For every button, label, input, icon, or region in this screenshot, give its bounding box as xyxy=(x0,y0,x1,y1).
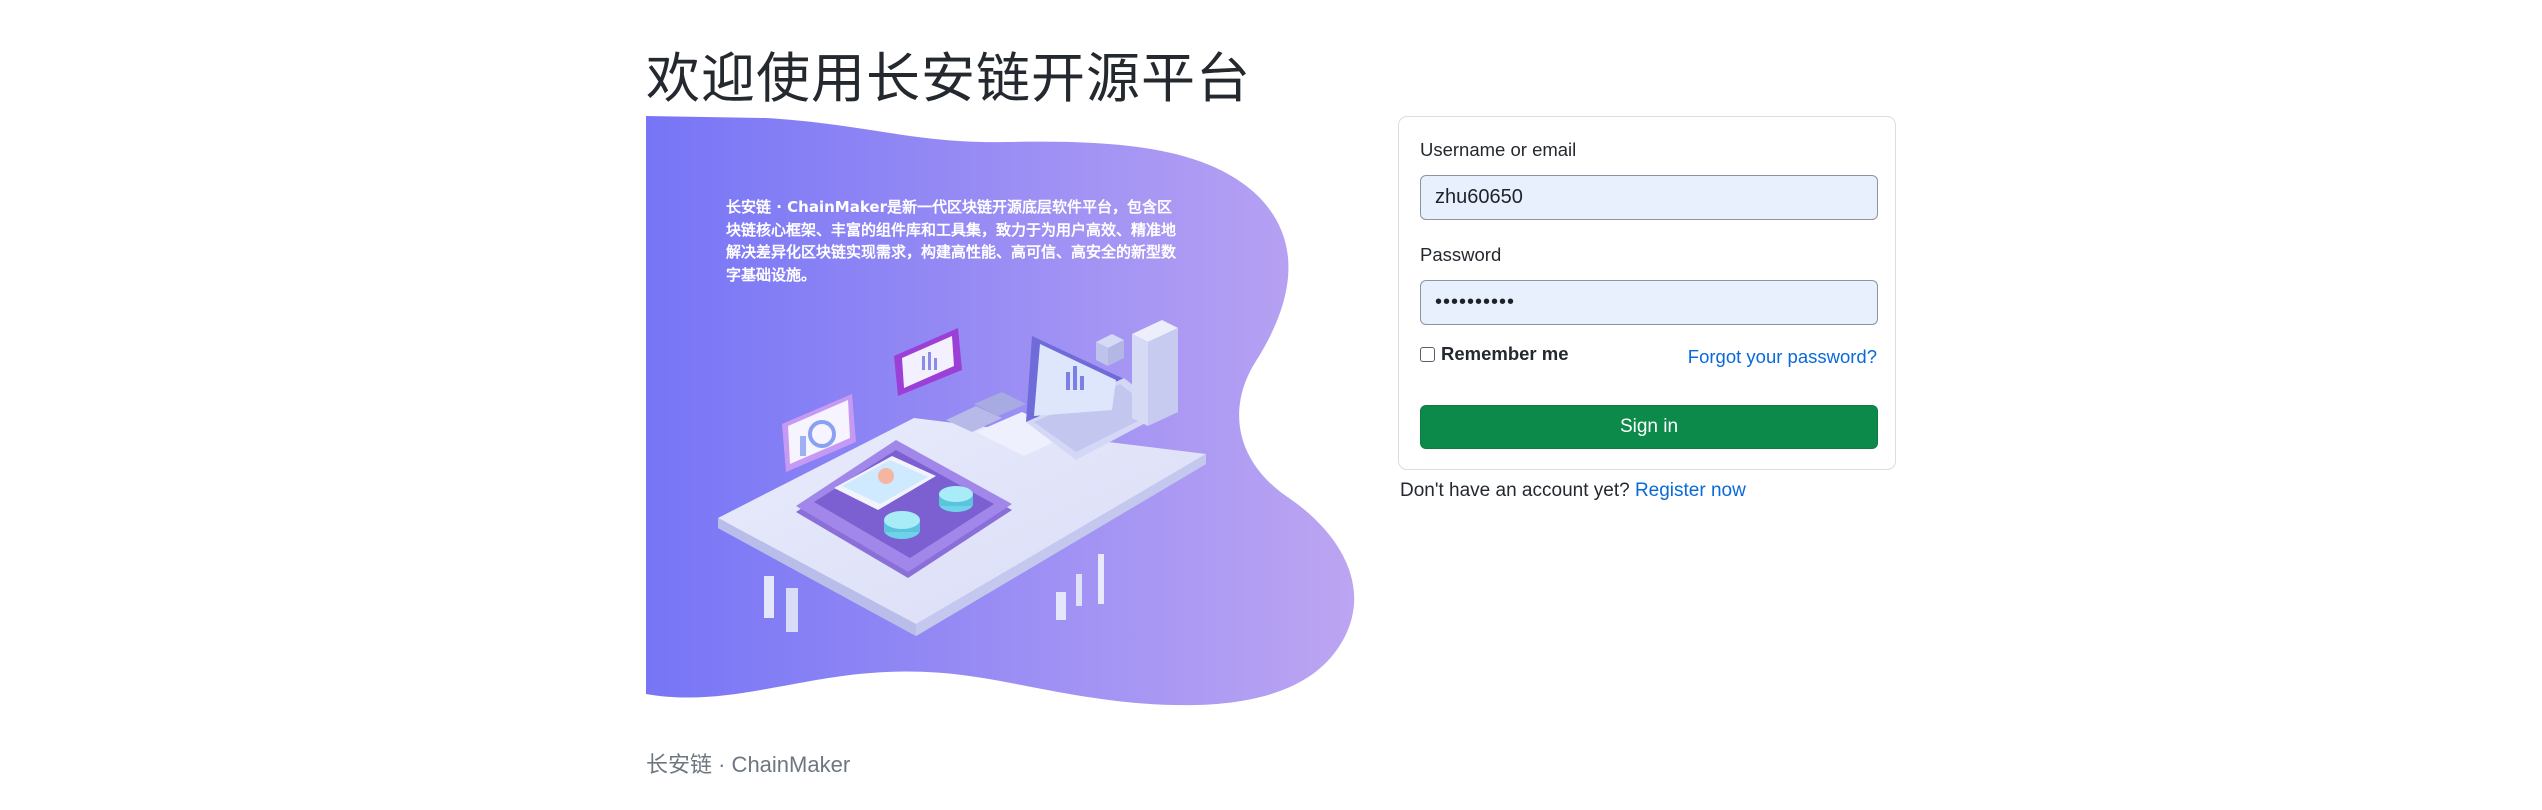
sign-in-button[interactable]: Sign in xyxy=(1420,405,1878,449)
username-input[interactable] xyxy=(1420,175,1878,220)
login-form: Username or email Password Remember me F… xyxy=(1398,116,1896,470)
remember-me-label[interactable]: Remember me xyxy=(1441,343,1569,365)
password-label: Password xyxy=(1420,244,1502,265)
forgot-password-link[interactable]: Forgot your password? xyxy=(1688,346,1877,368)
page-title: 欢迎使用长安链开源平台 xyxy=(646,49,1251,109)
hero-description: 长安链 · ChainMaker是新一代区块链开源底层软件平台，包含区块链核心框… xyxy=(726,198,1177,284)
username-label: Username or email xyxy=(1420,139,1577,160)
remember-me-row: Remember me xyxy=(1420,343,1569,365)
login-page: 欢迎使用长安链开源平台 长安链 · ChainMaker是新一代区块链开源底层软… xyxy=(0,0,2542,810)
hero-illustration: 长安链 · ChainMaker是新一代区块链开源底层软件平台，包含区块链核心框… xyxy=(646,116,1360,706)
register-row: Don't have an account yet? Register now xyxy=(1400,480,1746,502)
remember-me-checkbox[interactable] xyxy=(1420,346,1435,362)
footer-brand: 长安链 · ChainMaker xyxy=(646,752,851,777)
register-prompt: Don't have an account yet? xyxy=(1400,480,1635,501)
password-input[interactable] xyxy=(1420,280,1878,325)
register-link[interactable]: Register now xyxy=(1635,480,1746,501)
